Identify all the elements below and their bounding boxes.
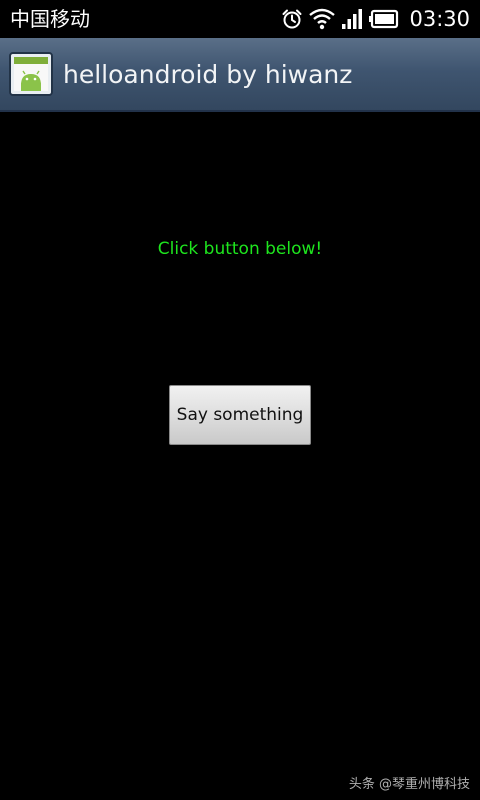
- say-something-button[interactable]: Say something: [169, 385, 311, 445]
- watermark: 头条 @琴重州博科技: [348, 777, 470, 792]
- prompt-text: Click button below!: [157, 239, 323, 259]
- carrier-name: 中国移动: [10, 7, 90, 31]
- android-app-icon: [9, 52, 53, 96]
- status-icons: 03:30: [281, 5, 470, 33]
- app-title-bar: helloandroid by hiwanz: [0, 38, 480, 112]
- status-bar: 中国移动 03:30: [0, 0, 480, 38]
- battery-icon: [369, 8, 399, 30]
- app-title: helloandroid by hiwanz: [63, 60, 353, 89]
- wifi-icon: [309, 8, 336, 30]
- alarm-icon: [281, 8, 303, 30]
- signal-icon: [341, 8, 363, 30]
- clock: 03:30: [409, 7, 470, 31]
